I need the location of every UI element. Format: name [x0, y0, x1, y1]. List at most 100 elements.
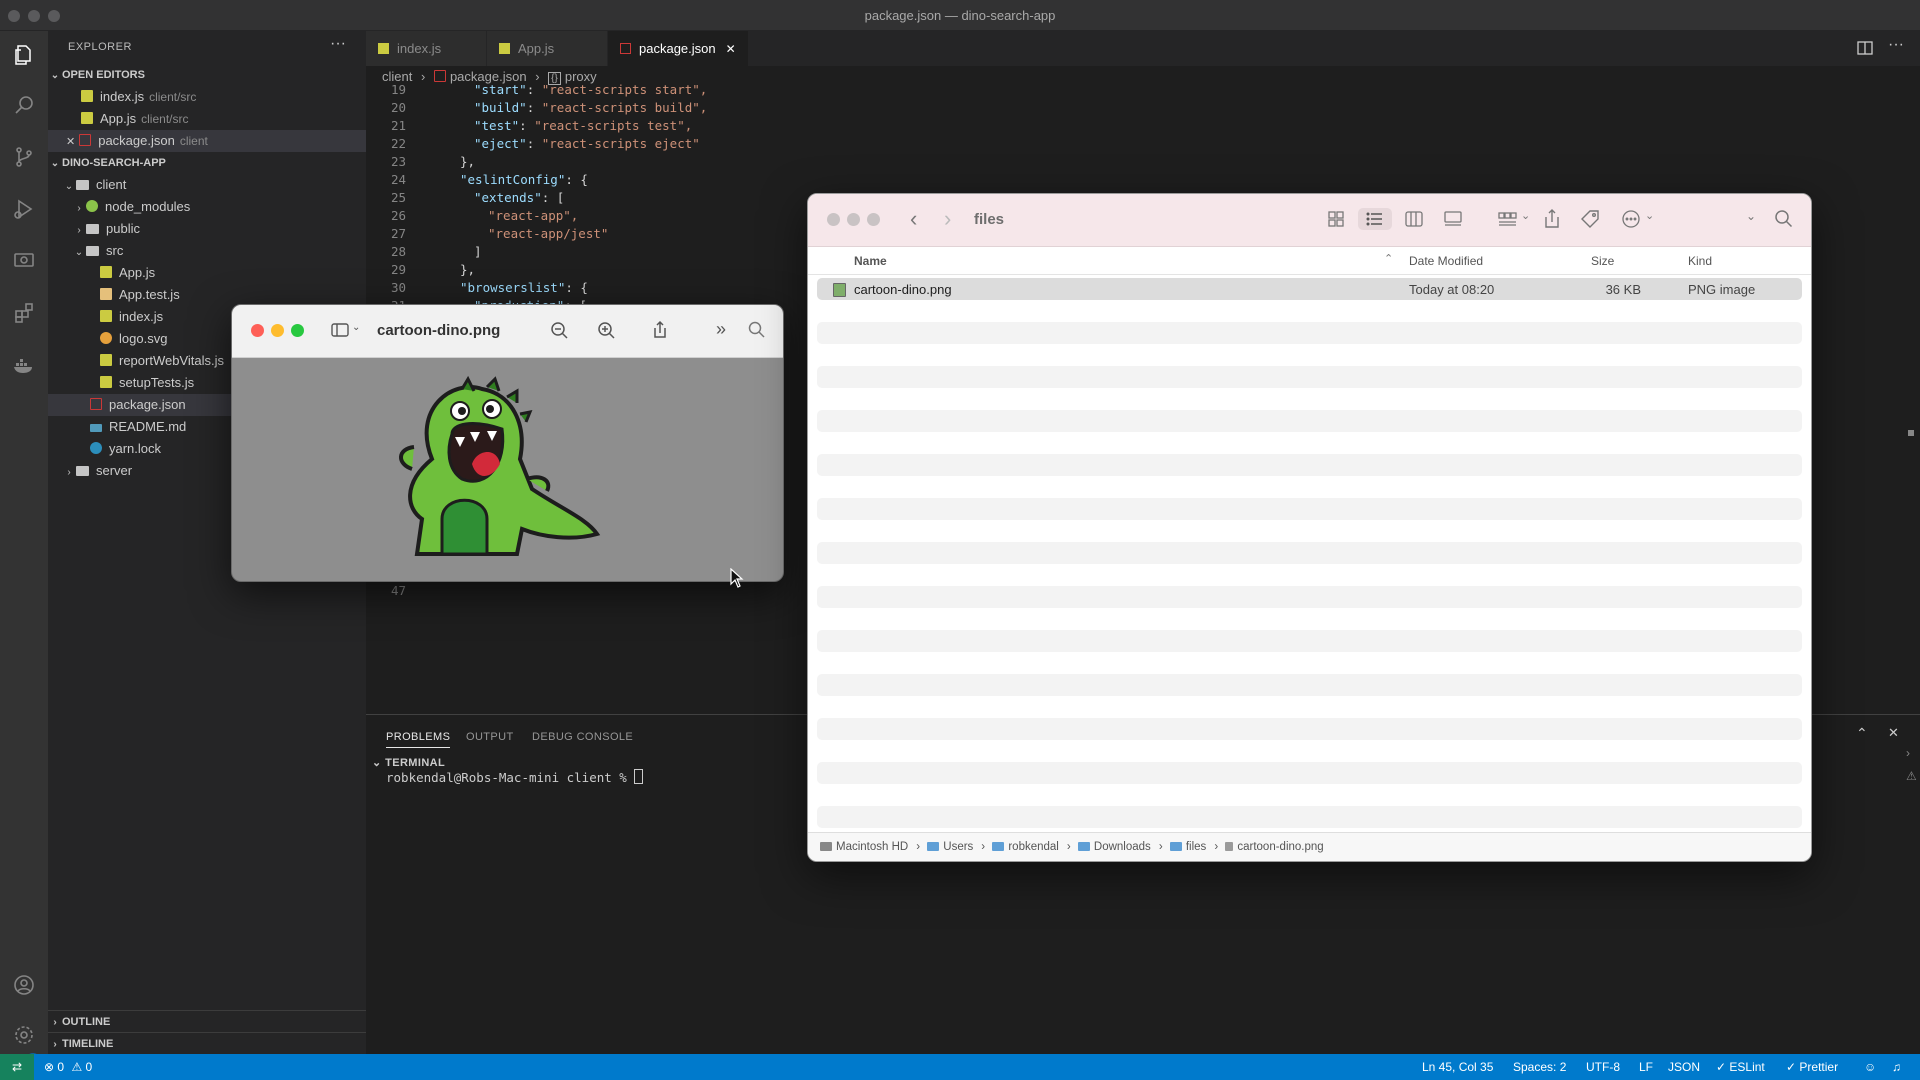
more-actions-icon[interactable]: ···	[1888, 36, 1904, 54]
tab-output[interactable]: OUTPUT	[466, 731, 514, 743]
terminal-output[interactable]: robkendal@Robs-Mac-mini client %	[386, 769, 644, 785]
tab-index-js[interactable]: index.js	[366, 31, 487, 66]
indentation[interactable]: Spaces: 2	[1513, 1054, 1566, 1080]
tag-icon[interactable]	[1579, 208, 1601, 230]
explorer-icon[interactable]	[12, 43, 36, 67]
gallery-view-icon[interactable]	[1442, 208, 1464, 230]
mouse-cursor-icon	[730, 568, 744, 588]
cursor-position[interactable]: Ln 45, Col 35	[1422, 1054, 1493, 1080]
code-value: "react-scripts eject"	[541, 136, 700, 151]
forward-button[interactable]: ›	[944, 206, 951, 232]
share-icon[interactable]	[650, 320, 670, 340]
account-icon[interactable]	[12, 973, 36, 997]
json-file-icon	[79, 134, 92, 146]
back-button[interactable]: ‹	[910, 206, 917, 232]
zoom-in-icon[interactable]	[596, 320, 616, 340]
path-macintosh-hd[interactable]: Macintosh HD	[820, 841, 912, 853]
outline-section[interactable]: › OUTLINE	[48, 1010, 366, 1033]
bell-icon[interactable]: ♫	[1892, 1054, 1901, 1080]
open-editors-section[interactable]: ⌄ OPEN EDITORS	[48, 64, 366, 86]
tree-folder-node-modules[interactable]: › node_modules	[48, 196, 366, 218]
column-name[interactable]: Name	[854, 254, 887, 268]
remote-indicator-icon[interactable]: ⇄	[0, 1054, 34, 1080]
prettier-status[interactable]: ✓ Prettier	[1786, 1054, 1838, 1080]
remote-explorer-icon[interactable]	[12, 249, 36, 273]
explorer-header: EXPLORER	[68, 41, 132, 53]
column-kind[interactable]: Kind	[1688, 254, 1712, 268]
share-icon[interactable]	[1541, 208, 1563, 230]
gear-icon[interactable]	[12, 1023, 36, 1047]
language-mode[interactable]: JSON	[1668, 1054, 1700, 1080]
tree-folder-public[interactable]: › public	[48, 218, 366, 240]
project-section[interactable]: ⌄ DINO-SEARCH-APP	[48, 152, 366, 174]
close-icon[interactable]: ✕	[726, 42, 736, 56]
path-cartoon-dino[interactable]: cartoon-dino.png	[1225, 841, 1327, 853]
zoom-out-icon[interactable]	[549, 320, 569, 340]
run-debug-icon[interactable]	[12, 197, 36, 221]
close-window-button[interactable]	[251, 324, 264, 337]
path-files[interactable]: files	[1169, 841, 1210, 853]
icon-view-icon[interactable]	[1325, 208, 1347, 230]
tree-file-app-js[interactable]: App.js	[48, 262, 366, 284]
timeline-section[interactable]: › TIMELINE	[48, 1032, 366, 1055]
tab-package-json[interactable]: package.json ✕	[608, 31, 749, 66]
chevron-right-icon: ›	[77, 225, 81, 236]
column-date-modified[interactable]: Date Modified	[1409, 254, 1483, 268]
path-robkendal[interactable]: robkendal	[992, 841, 1063, 853]
list-view-icon[interactable]	[1358, 208, 1392, 230]
line-ending[interactable]: LF	[1639, 1054, 1653, 1080]
zoom-window-button[interactable]	[867, 213, 880, 226]
open-editor-index-js[interactable]: index.js client/src	[48, 86, 366, 108]
column-view-icon[interactable]	[1403, 208, 1425, 230]
extensions-icon[interactable]	[12, 301, 36, 325]
file-row-cartoon-dino[interactable]: cartoon-dino.png Today at 08:20 36 KB PN…	[817, 278, 1802, 300]
docker-icon[interactable]	[12, 353, 36, 377]
home-folder-icon	[992, 842, 1005, 851]
search-icon[interactable]	[747, 320, 767, 340]
chevron-down-icon[interactable]: ⌄	[1746, 209, 1756, 223]
tree-file-app-test-js[interactable]: App.test.js	[48, 284, 366, 306]
path-downloads[interactable]: Downloads	[1077, 841, 1155, 853]
window-title: package.json — dino-search-app	[864, 8, 1056, 23]
tree-folder-client[interactable]: ⌄ client	[48, 174, 366, 196]
close-icon[interactable]: ✕	[66, 136, 75, 148]
search-icon[interactable]	[1773, 208, 1795, 230]
eslint-status[interactable]: ✓ ESLint	[1716, 1054, 1765, 1080]
scrollbar-marker	[1908, 430, 1914, 436]
tab-problems[interactable]: PROBLEMS	[386, 731, 451, 748]
open-editor-app-js[interactable]: App.js client/src	[48, 108, 366, 130]
group-by-icon[interactable]	[1496, 208, 1518, 230]
tab-app-js[interactable]: App.js	[487, 31, 608, 66]
feedback-icon[interactable]: ☺	[1864, 1054, 1876, 1080]
problems-indicator[interactable]: ⊗ 0 ⚠ 0	[44, 1054, 92, 1080]
chevron-down-icon[interactable]: ⌄	[1521, 209, 1530, 222]
chevron-down-icon[interactable]: ⌄	[1645, 209, 1654, 222]
tab-debug-console[interactable]: DEBUG CONSOLE	[532, 731, 633, 743]
close-panel-icon[interactable]: ✕	[1888, 725, 1899, 741]
split-editor-icon[interactable]	[1856, 39, 1874, 57]
chevron-right-icon[interactable]: ›	[1906, 746, 1910, 760]
maximize-panel-icon[interactable]: ⌃	[1856, 725, 1868, 742]
chevron-down-icon[interactable]: ⌄	[352, 322, 360, 333]
code-line: "eslintConfig": {	[460, 172, 588, 187]
zoom-window-button[interactable]	[291, 324, 304, 337]
more-actions-icon[interactable]	[1620, 208, 1642, 230]
minimize-window-button[interactable]	[271, 324, 284, 337]
chevron-right-icon: ›	[53, 1039, 57, 1050]
more-actions-icon[interactable]: ···	[330, 35, 346, 53]
code-value: "react-scripts start",	[541, 82, 708, 97]
path-users[interactable]: Users	[927, 841, 977, 853]
more-toolbar-icon[interactable]: »	[716, 319, 726, 340]
preview-toolbar: ⌄ cartoon-dino.png »	[232, 305, 783, 358]
encoding[interactable]: UTF-8	[1586, 1054, 1620, 1080]
sidebar-toggle-icon[interactable]	[330, 320, 350, 340]
terminal-section[interactable]: ⌄ TERMINAL	[372, 756, 445, 769]
source-control-icon[interactable]	[12, 145, 36, 169]
tree-folder-src[interactable]: ⌄ src	[48, 240, 366, 262]
close-window-button[interactable]	[827, 213, 840, 226]
column-size[interactable]: Size	[1591, 254, 1614, 268]
search-icon[interactable]	[12, 93, 36, 117]
open-editor-package-json[interactable]: ✕ package.json client	[48, 130, 366, 152]
code-line: "react-app/jest"	[488, 226, 608, 241]
minimize-window-button[interactable]	[847, 213, 860, 226]
